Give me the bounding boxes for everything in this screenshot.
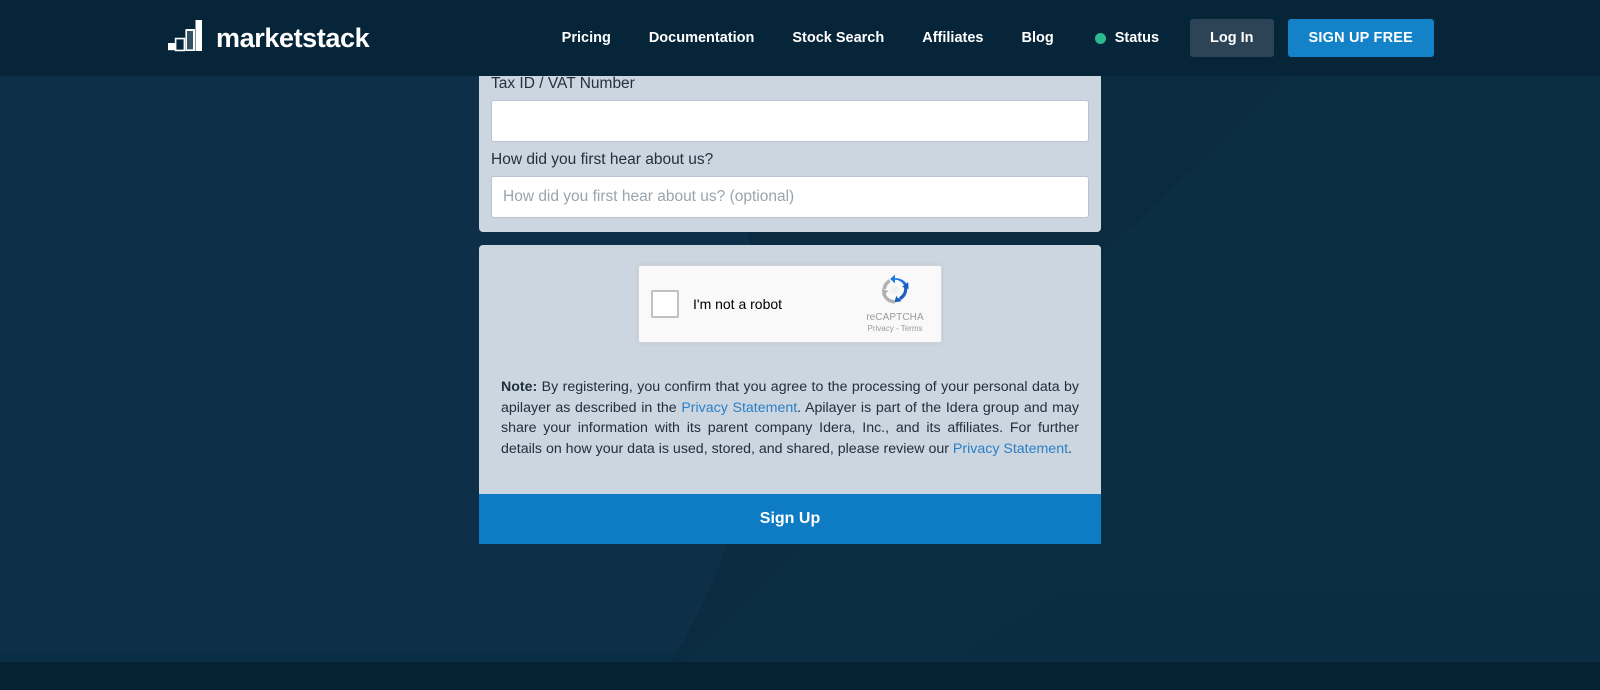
recaptcha-container: I'm not a robot reCAPTCHA Privacy - Term…: [479, 245, 1101, 361]
nav-item-pricing[interactable]: Pricing: [543, 30, 630, 46]
signup-form: Tax ID / VAT Number How did you first he…: [479, 66, 1101, 544]
recaptcha-legal-links: Privacy - Terms: [859, 324, 931, 333]
registration-note-part3: .: [1068, 440, 1072, 457]
site-header: marketstack Pricing Documentation Stock …: [0, 0, 1600, 76]
nav-item-documentation[interactable]: Documentation: [630, 30, 774, 46]
recaptcha-terms-link[interactable]: Terms: [901, 324, 923, 333]
logo-text: marketstack: [216, 22, 370, 53]
recaptcha-brand-name: reCAPTCHA: [866, 312, 924, 323]
recaptcha-legal-separator: -: [895, 324, 899, 333]
captcha-and-terms-panel: I'm not a robot reCAPTCHA Privacy - Term…: [479, 245, 1101, 544]
nav-item-status[interactable]: Status: [1073, 30, 1178, 46]
recaptcha-checkbox[interactable]: [651, 290, 679, 318]
recaptcha-widget[interactable]: I'm not a robot reCAPTCHA Privacy - Term…: [638, 265, 942, 343]
background-footer-strip: [0, 662, 1600, 690]
log-in-button[interactable]: Log In: [1190, 19, 1274, 57]
recaptcha-privacy-link[interactable]: Privacy: [868, 324, 894, 333]
logo-link[interactable]: marketstack: [166, 17, 370, 60]
field-tax-id: Tax ID / VAT Number: [491, 66, 1089, 142]
field-hear-about-us-label: How did you first hear about us?: [491, 151, 714, 168]
registration-note-prefix: Note:: [501, 379, 538, 396]
nav-item-status-label: Status: [1114, 30, 1160, 46]
hear-about-us-input[interactable]: [491, 176, 1089, 218]
status-dot-icon: [1094, 32, 1106, 44]
recaptcha-logo-icon: [879, 274, 911, 310]
sign-up-submit-button[interactable]: Sign Up: [479, 493, 1101, 544]
registration-note: Note: By registering, you confirm that y…: [479, 375, 1101, 479]
recaptcha-branding: reCAPTCHA Privacy - Terms: [859, 274, 931, 333]
nav-item-stock-search[interactable]: Stock Search: [773, 30, 903, 46]
sign-up-free-button[interactable]: SIGN UP FREE: [1287, 19, 1434, 57]
tax-id-input[interactable]: [491, 100, 1089, 142]
bar-chart-logo-icon: [166, 17, 204, 60]
nav-item-affiliates[interactable]: Affiliates: [903, 30, 1002, 46]
recaptcha-label: I'm not a robot: [693, 296, 783, 312]
field-hear-about-us: How did you first hear about us?: [491, 142, 1089, 218]
main-nav: Pricing Documentation Stock Search Affil…: [543, 19, 1434, 57]
privacy-statement-link-1[interactable]: Privacy Statement: [681, 400, 797, 416]
nav-item-blog[interactable]: Blog: [1002, 30, 1072, 46]
form-fields-panel: Tax ID / VAT Number How did you first he…: [479, 66, 1101, 232]
privacy-statement-link-2[interactable]: Privacy Statement: [953, 441, 1068, 457]
